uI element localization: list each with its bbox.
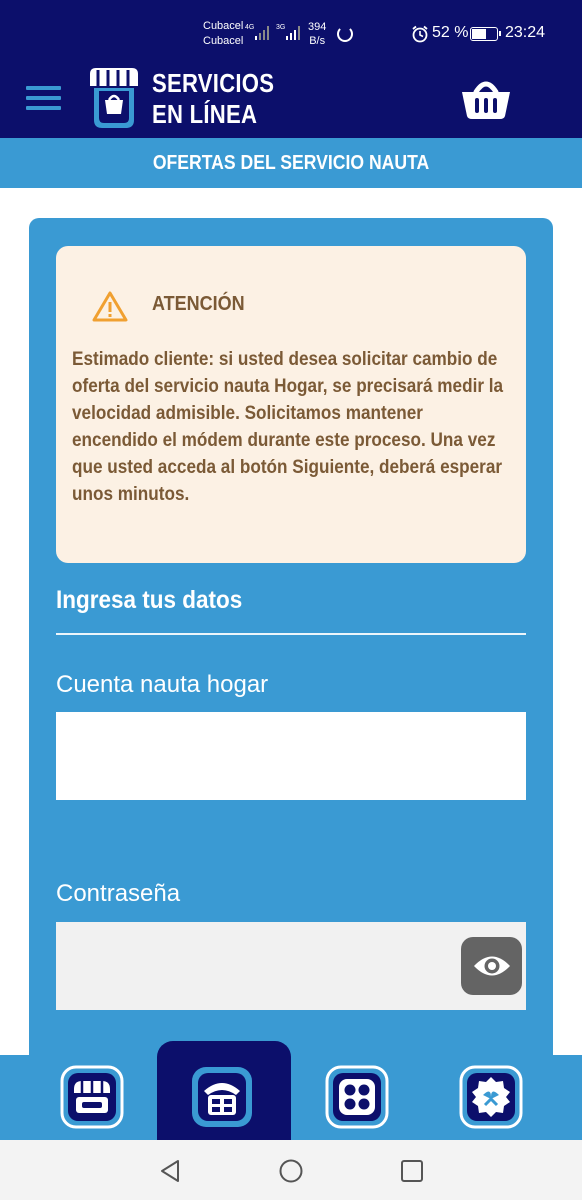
store-logo-icon xyxy=(90,68,138,128)
status-bar: Cubacel Cubacel 4G 3G 394 B/s 52 % 23:24 xyxy=(0,0,582,60)
clock: 23:24 xyxy=(505,24,546,41)
speed-value: 394 xyxy=(308,21,327,33)
recent-apps-icon[interactable] xyxy=(400,1158,424,1184)
eye-icon xyxy=(473,956,510,976)
page-title: OFERTAS DEL SERVICIO NAUTA xyxy=(152,151,430,174)
show-password-button[interactable] xyxy=(461,937,522,995)
alert-message: Estimado cliente: si usted desea solicit… xyxy=(72,348,504,505)
gift-icon[interactable] xyxy=(459,1065,523,1129)
system-navigation-bar xyxy=(0,1140,582,1200)
shop-icon[interactable] xyxy=(60,1065,124,1129)
section-divider xyxy=(56,633,526,635)
form-card: ATENCIÓN Estimado cliente: si usted dese… xyxy=(29,218,553,1118)
signal-3g-icon: 3G xyxy=(276,24,300,40)
password-input[interactable] xyxy=(56,922,526,1010)
cart-icon[interactable] xyxy=(460,74,512,120)
account-label: Cuenta nauta hogar xyxy=(56,671,269,698)
apps-icon[interactable] xyxy=(325,1065,389,1129)
home-icon[interactable] xyxy=(278,1158,304,1184)
menu-icon[interactable] xyxy=(26,86,61,112)
battery-percent: 52 % xyxy=(432,24,469,41)
signal-4g-icon: 4G xyxy=(245,24,269,40)
battery-icon xyxy=(470,27,501,41)
network-speed: 394 B/s xyxy=(308,20,326,48)
app-logo-text: SERVICIOS EN LÍNEA xyxy=(152,68,274,130)
password-label: Contraseña xyxy=(56,880,181,907)
svg-text:3G: 3G xyxy=(276,24,285,31)
phone-icon[interactable] xyxy=(190,1065,254,1129)
logo-line-2: EN LÍNEA xyxy=(152,99,258,129)
svg-text:4G: 4G xyxy=(245,24,254,31)
back-icon[interactable] xyxy=(158,1158,182,1184)
carrier-2: Cubacel xyxy=(203,35,244,47)
logo-line-1: SERVICIOS xyxy=(152,68,275,98)
app-header: SERVICIOS EN LÍNEA xyxy=(0,60,582,138)
carrier-1: Cubacel xyxy=(203,20,244,32)
attention-alert: ATENCIÓN Estimado cliente: si usted dese… xyxy=(56,246,526,563)
speed-unit: B/s xyxy=(309,35,326,47)
warning-icon xyxy=(92,291,128,322)
account-input[interactable] xyxy=(56,712,526,800)
alert-title: ATENCIÓN xyxy=(152,293,245,315)
alarm-icon xyxy=(412,25,428,43)
page-banner: OFERTAS DEL SERVICIO NAUTA xyxy=(0,138,582,188)
carrier-labels: Cubacel Cubacel xyxy=(203,19,243,49)
bottom-navigation xyxy=(0,1041,582,1140)
sync-icon xyxy=(337,26,353,42)
form-section-title: Ingresa tus datos xyxy=(56,586,243,614)
